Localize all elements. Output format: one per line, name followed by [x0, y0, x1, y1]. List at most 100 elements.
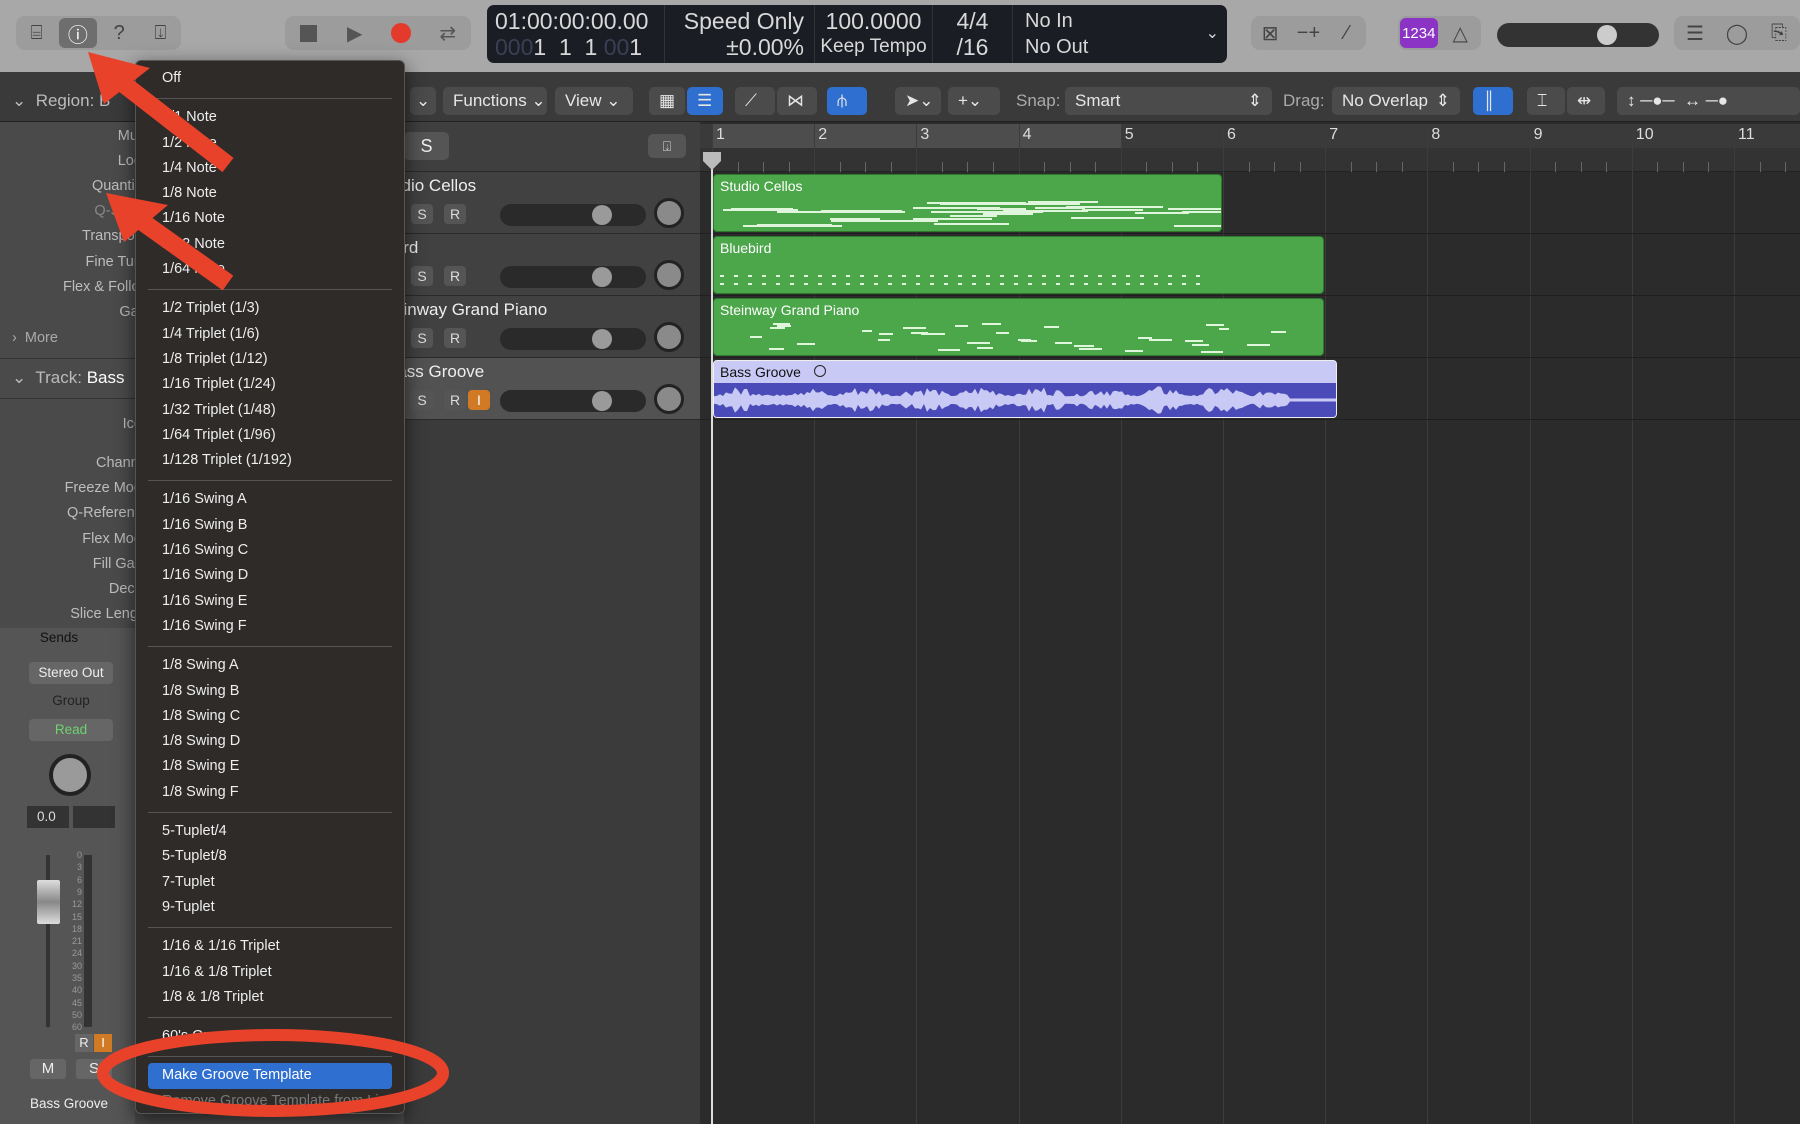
record-enable-button[interactable]: R [444, 204, 466, 224]
track-header[interactable]: Studio Cellos S R [376, 172, 700, 234]
quantize-menu-item[interactable]: 5-Tuplet/4 [148, 819, 392, 844]
record-enable-button[interactable]: R [444, 328, 466, 348]
catch-playhead-icon[interactable]: ⫛ [827, 87, 867, 115]
notepad-icon[interactable]: ◯ [1718, 18, 1756, 48]
quantize-menu-item[interactable]: 9-Tuplet [148, 895, 392, 920]
global-solo-button[interactable]: S [404, 132, 449, 160]
quantize-menu-item[interactable]: 1/8 Swing C [148, 704, 392, 729]
quantize-menu-item[interactable]: 1/32 Note [148, 232, 392, 257]
tuner-icon[interactable]: ⁄ [1328, 18, 1366, 48]
quantize-menu-item[interactable]: 1/4 Triplet (1/6) [148, 322, 392, 347]
quantize-menu-item[interactable]: 1/2 Triplet (1/3) [148, 296, 392, 321]
toolbar-icon[interactable]: ⍗ [141, 18, 179, 48]
quantize-menu-item[interactable]: 1/128 Triplet (1/192) [148, 448, 392, 473]
quantize-menu-item[interactable]: Remove Groove Template from List [148, 1089, 392, 1113]
view-menu[interactable]: View ⌄ [555, 87, 633, 115]
quantize-menu-item[interactable]: 1/16 Note [148, 206, 392, 231]
volume-value[interactable]: 0.0 [27, 806, 69, 828]
tempo[interactable]: 100.0000 [815, 8, 932, 34]
horizontal-fit-icon[interactable]: ⇹ [1567, 87, 1605, 115]
quantize-menu-item[interactable]: 5-Tuplet/8 [148, 844, 392, 869]
solo-button[interactable]: S [411, 204, 433, 224]
quantize-menu-item[interactable]: 1/4 Note [148, 156, 392, 181]
record-enable-button[interactable]: R [444, 266, 466, 286]
track-pan-knob[interactable] [654, 322, 684, 352]
add-track-icon[interactable]: ⍗ [648, 134, 686, 158]
volume-fader[interactable] [37, 880, 60, 924]
slider-knob[interactable] [592, 329, 612, 349]
quantize-menu-item[interactable]: 1/1 Note [148, 105, 392, 130]
slider-knob[interactable] [592, 391, 612, 411]
lcd-display[interactable]: 01:00:00:00.00 0001 1 1 001 Speed Only ±… [487, 5, 1227, 63]
quantize-menu-item[interactable]: 1/8 Swing D [148, 729, 392, 754]
track-pan-knob[interactable] [654, 260, 684, 290]
division[interactable]: /16 [933, 34, 1012, 60]
flex-icon[interactable]: ⋈ [777, 87, 817, 115]
track-volume-slider[interactable] [500, 390, 646, 412]
cycle-icon[interactable]: ⇄ [429, 18, 467, 48]
quantize-menu-item[interactable]: 1/16 Swing E [148, 589, 392, 614]
quantize-menu-item[interactable]: 7-Tuplet [148, 870, 392, 895]
track-header[interactable]: Bass Groove S R I [386, 358, 700, 420]
quantize-menu-item[interactable]: 1/8 Note [148, 181, 392, 206]
track-volume-slider[interactable] [500, 204, 646, 226]
quantize-menu-item[interactable]: 1/16 Swing A [148, 487, 392, 512]
list-editors-icon[interactable]: ☰ [1676, 18, 1714, 48]
play-icon[interactable]: ▶ [336, 18, 374, 48]
help-icon[interactable]: ? [100, 18, 138, 48]
mute-button[interactable]: M [30, 1059, 66, 1079]
count-in-button[interactable]: 1234 [1399, 18, 1438, 48]
chevron-down-icon[interactable]: ⌄ [1206, 23, 1219, 43]
region[interactable]: Steinway Grand Piano [713, 298, 1325, 356]
solo-button[interactable]: S [411, 328, 433, 348]
input-monitor-button[interactable]: I [468, 390, 490, 410]
track-pan-knob[interactable] [654, 384, 684, 414]
pan-knob[interactable] [49, 754, 91, 796]
quantize-menu-item[interactable]: 1/8 Swing A [148, 653, 392, 678]
quantize-menu-item[interactable]: 1/32 Triplet (1/48) [148, 398, 392, 423]
quantize-menu-item[interactable]: Off [148, 66, 392, 91]
snap-dropdown[interactable]: Smart ⇕ [1065, 87, 1272, 115]
input-monitor-button[interactable]: I [94, 1034, 112, 1052]
group-slot[interactable]: Group [29, 690, 113, 712]
track-volume-slider[interactable] [500, 266, 646, 288]
record-enable-button[interactable]: R [444, 390, 466, 410]
quantize-menu-item[interactable]: 1/16 & 1/8 Triplet [148, 960, 392, 985]
quantize-menu-item[interactable]: 1/64 Triplet (1/96) [148, 423, 392, 448]
slider-knob[interactable] [592, 205, 612, 225]
output-slot[interactable]: Stereo Out [29, 662, 113, 684]
region[interactable]: Studio Cellos [713, 174, 1222, 232]
grid-view-icon[interactable]: ▦ [649, 87, 685, 115]
region[interactable]: Bass Groove [713, 360, 1338, 418]
quantize-menu-item[interactable]: 1/8 Triplet (1/12) [148, 347, 392, 372]
solo-button[interactable]: S [76, 1059, 112, 1079]
region[interactable]: Bluebird [713, 236, 1325, 294]
quantize-menu-item[interactable]: 1/8 Swing B [148, 679, 392, 704]
quantize-menu-item[interactable]: 1/8 & 1/8 Triplet [148, 985, 392, 1010]
region-inspector-header[interactable]: ⌄ Region: B [12, 91, 110, 111]
track-header[interactable]: BluebirdSR [356, 234, 700, 296]
quantize-menu-item[interactable]: 1/16 Swing F [148, 614, 392, 639]
quantize-menu-item[interactable]: 1/16 Triplet (1/24) [148, 372, 392, 397]
vertical-fit-icon[interactable]: ⌶ [1527, 87, 1565, 115]
stop-icon[interactable] [289, 18, 327, 48]
browser-icon[interactable]: ⎘ [1760, 18, 1798, 48]
make-groove-template-item[interactable]: Make Groove Template [148, 1063, 392, 1089]
sends-slot[interactable]: Sends [30, 630, 88, 650]
track-inspector-header[interactable]: ⌄ Track: Bass [12, 368, 125, 388]
master-volume-slider[interactable] [1497, 23, 1659, 47]
quantize-menu-item[interactable]: 1/16 & 1/16 Triplet [148, 934, 392, 959]
zoom-sliders[interactable]: ↕ ─●─ ↔ ─● [1617, 87, 1800, 115]
time-signature[interactable]: 4/4 [933, 8, 1012, 34]
quantize-menu-item[interactable]: 1/16 Swing C [148, 538, 392, 563]
quantize-menu-item[interactable]: 1/64 Note [148, 257, 392, 282]
quantize-menu-item[interactable]: 1/8 Swing E [148, 754, 392, 779]
library-icon[interactable]: ⌸ [18, 18, 56, 48]
solo-button[interactable]: S [411, 266, 433, 286]
quantize-menu-item[interactable]: 1/8 Swing F [148, 780, 392, 805]
drag-dropdown[interactable]: No Overlap ⇕ [1332, 87, 1460, 115]
functions-menu[interactable]: Functions ⌄ [443, 87, 547, 115]
autopunch-icon[interactable]: −+ [1289, 18, 1327, 48]
inspector-icon[interactable]: ⓘ [58, 18, 97, 48]
slider-knob[interactable] [592, 267, 612, 287]
